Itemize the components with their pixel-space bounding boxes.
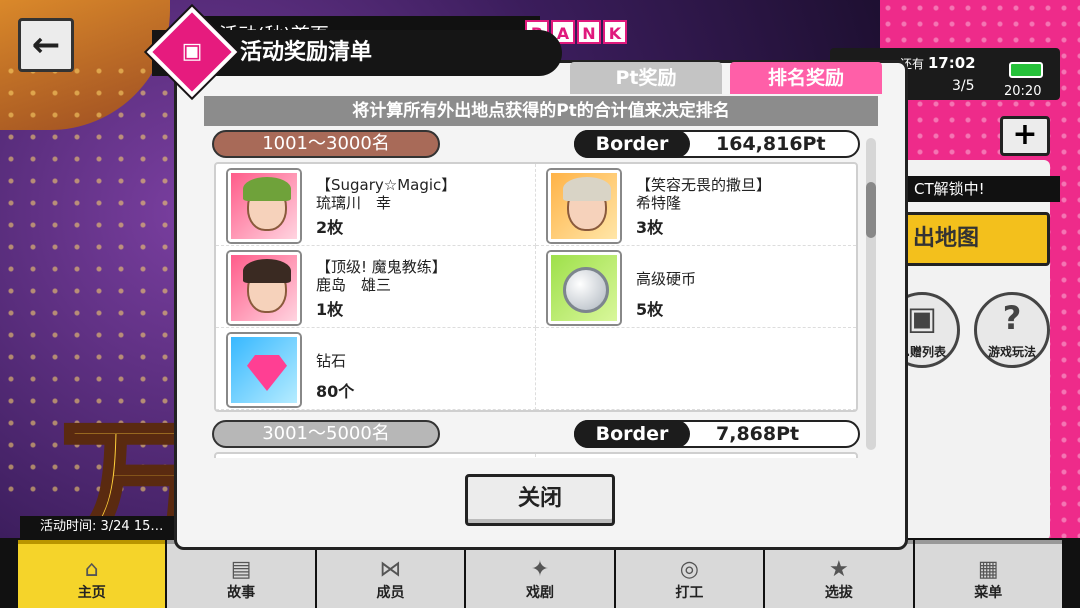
event-time: 活动时间: 3/24 15… <box>20 516 190 538</box>
card-portrait-icon <box>228 252 300 324</box>
reward-scroll-area[interactable]: 1001～3000名 Border 164,816Pt 【Sugary☆Magi… <box>212 130 888 458</box>
reward-item[interactable]: 钻石 80个 <box>216 328 536 410</box>
tier-header: 1001～3000名 Border 164,816Pt <box>212 130 888 158</box>
border-box: Border 7,868Pt <box>574 420 860 448</box>
tier-range: 3001～5000名 <box>212 420 440 448</box>
border-value: 7,868Pt <box>716 423 800 445</box>
ranking-notice: 将计算所有外出地点获得的Pt的合计值来决定排名 <box>204 96 878 126</box>
reward-name: 钻石 <box>316 352 347 370</box>
clock: 20:20 <box>1004 84 1042 99</box>
book-icon: ▤ <box>230 557 252 582</box>
reward-item[interactable]: 【Sugary☆Magic】 琉璃川 幸 2枚 <box>216 164 536 246</box>
reward-name: 高级硬币 <box>636 270 697 288</box>
nav-members[interactable]: ⋈ 成员 <box>316 540 465 608</box>
scrollbar[interactable] <box>866 138 876 450</box>
home-icon: ⌂ <box>84 557 99 582</box>
diamond-icon <box>228 334 300 406</box>
reward-item[interactable]: 高级硬币 5枚 <box>536 246 856 328</box>
nav-scout[interactable]: ★ 选拔 <box>765 540 913 608</box>
map-button[interactable]: 出地图 <box>890 212 1050 266</box>
tier-header: 3001～5000名 Border 7,868Pt <box>212 420 888 448</box>
border-box: Border 164,816Pt <box>574 130 860 158</box>
reward-name: 希特隆 <box>636 194 682 212</box>
nav-drama[interactable]: ✦ 戏剧 <box>466 540 614 608</box>
border-value: 164,816Pt <box>716 133 826 155</box>
reward-grid <box>214 452 858 458</box>
rank-letter: N <box>577 20 601 44</box>
tab-pt-rewards[interactable]: Pt奖励 <box>570 62 722 94</box>
drama-icon: ✦ <box>530 557 550 582</box>
coin-icon <box>548 252 620 324</box>
grid-icon: ▦ <box>977 557 999 582</box>
treasure-chest-icon: ▣ <box>181 39 203 64</box>
close-button[interactable]: 关闭 <box>465 474 615 526</box>
reward-item[interactable] <box>536 454 856 458</box>
reward-item[interactable]: 【笑容无畏的撒旦】 希特隆 3枚 <box>536 164 856 246</box>
stamina-timer: 还有 17:02 <box>900 54 976 72</box>
stamina-count: 3/5 <box>952 78 975 94</box>
reward-qty: 3枚 <box>636 218 664 237</box>
border-label: Border <box>574 130 690 158</box>
nav-story[interactable]: ▤ 故事 <box>167 540 315 608</box>
border-label: Border <box>574 420 690 448</box>
coins-icon: ◎ <box>679 557 699 582</box>
reward-qty: 5枚 <box>636 300 664 319</box>
add-stamina-button[interactable]: + <box>1000 116 1050 156</box>
nav-work[interactable]: ◎ 打工 <box>615 540 764 608</box>
unlock-banner: CT解锁中! <box>900 176 1060 202</box>
rank-letter: K <box>603 20 627 44</box>
reward-qty: 2枚 <box>316 218 344 237</box>
tier-range: 1001～3000名 <box>212 130 440 158</box>
reward-name: 琉璃川 幸 <box>316 194 392 212</box>
bow-icon: ⋈ <box>379 557 402 582</box>
game-rules-button[interactable]: ? 游戏玩法 <box>974 292 1050 368</box>
scroll-thumb[interactable] <box>866 182 876 238</box>
card-portrait-icon <box>548 170 620 242</box>
reward-item[interactable]: 【顶级! 魔鬼教练】 鹿岛 雄三 1枚 <box>216 246 536 328</box>
back-arrow-icon: ← <box>31 25 61 65</box>
battery-icon <box>1009 62 1043 78</box>
reward-name: 鹿岛 雄三 <box>316 276 392 294</box>
card-portrait-icon <box>228 170 300 242</box>
tab-rank-rewards[interactable]: 排名奖励 <box>730 62 882 94</box>
star-icon: ★ <box>828 557 849 582</box>
reward-qty: 80个 <box>316 382 355 401</box>
back-button[interactable]: ← <box>18 18 74 72</box>
question-icon: ? <box>1002 299 1022 337</box>
nav-menu[interactable]: ▦ 菜单 <box>914 540 1062 608</box>
reward-tabs: Pt奖励 排名奖励 <box>570 62 882 94</box>
nav-home[interactable]: ⌂ 主页 <box>18 540 166 608</box>
empty-slot <box>536 328 856 410</box>
reward-item[interactable] <box>216 454 536 458</box>
reward-grid: 【Sugary☆Magic】 琉璃川 幸 2枚 【笑容无畏的撒旦】 希特隆 3枚… <box>214 162 858 412</box>
reward-qty: 1枚 <box>316 300 344 319</box>
